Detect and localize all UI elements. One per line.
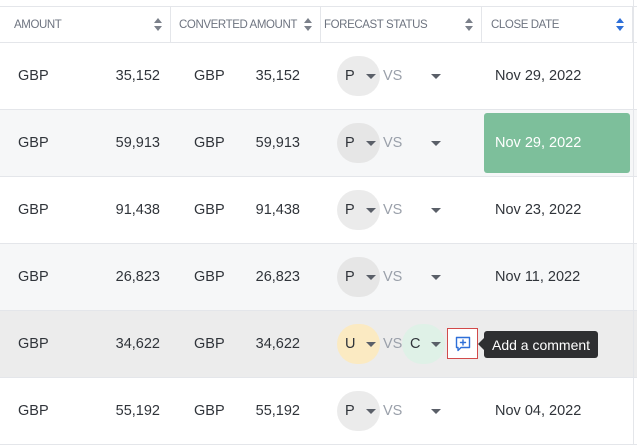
forecast-status-value: U	[345, 336, 356, 352]
currency: GBP	[18, 336, 49, 352]
amount-value: 26,823	[115, 269, 160, 285]
column-label-amount: AMOUNT	[14, 18, 62, 31]
compare-status-dropdown[interactable]: C	[402, 324, 445, 364]
chevron-down-icon	[366, 342, 376, 347]
compare-status-dropdown[interactable]	[420, 123, 450, 163]
converted-amount-value: 35,152	[255, 68, 300, 84]
table-row[interactable]: GBP 35,152 GBP 35,152 P VS Nov 29, 2022	[0, 43, 637, 110]
currency: GBP	[18, 68, 49, 84]
converted-currency: GBP	[194, 135, 225, 151]
table-row[interactable]: GBP 59,913 GBP 59,913 P VS Nov 29, 2022	[0, 110, 637, 177]
amount-value: 59,913	[115, 135, 160, 151]
converted-amount-value: 91,438	[255, 202, 300, 218]
chevron-down-icon	[431, 74, 441, 79]
converted-amount-value: 55,192	[255, 403, 300, 419]
chevron-down-icon	[366, 275, 376, 280]
forecast-status-value: P	[345, 202, 355, 218]
forecast-status-dropdown[interactable]: U	[337, 324, 380, 364]
vs-label: VS	[383, 202, 403, 218]
currency: GBP	[18, 403, 49, 419]
currency: GBP	[18, 202, 49, 218]
forecast-status-dropdown[interactable]: P	[337, 123, 380, 163]
forecast-status-value: P	[345, 403, 355, 419]
sort-active-icon[interactable]	[616, 18, 624, 31]
converted-currency: GBP	[194, 336, 225, 352]
sort-icon[interactable]	[304, 18, 312, 31]
vs-label: VS	[383, 403, 403, 419]
chevron-down-icon	[366, 141, 376, 146]
forecast-status-dropdown[interactable]: P	[337, 391, 380, 431]
forecast-status-dropdown[interactable]: P	[337, 56, 380, 96]
add-comment-button[interactable]	[447, 328, 478, 359]
forecast-status-value: P	[345, 269, 355, 285]
currency: GBP	[18, 269, 49, 285]
table-row[interactable]: GBP 26,823 GBP 26,823 P VS Nov 11, 2022	[0, 244, 637, 311]
vs-label: VS	[383, 68, 403, 84]
column-label-close-date: CLOSE DATE	[491, 18, 559, 31]
amount-value: 91,438	[115, 202, 160, 218]
amount-value: 55,192	[115, 403, 160, 419]
comment-tooltip: Add a comment	[477, 331, 599, 358]
amount-value: 34,622	[115, 336, 160, 352]
close-date[interactable]: Nov 04, 2022	[495, 378, 581, 444]
chevron-down-icon	[431, 275, 441, 280]
converted-currency: GBP	[194, 269, 225, 285]
table-row[interactable]: GBP 55,192 GBP 55,192 P VS Nov 04, 2022	[0, 378, 637, 445]
grid-header: AMOUNT CONVERTED AMOUNT FORECAST STATUS …	[0, 6, 637, 43]
sort-icon[interactable]	[154, 18, 162, 31]
column-label-converted-amount: CONVERTED AMOUNT	[179, 18, 297, 31]
vs-label: VS	[383, 135, 403, 151]
column-header-amount[interactable]: AMOUNT	[0, 7, 171, 42]
chevron-down-icon	[366, 208, 376, 213]
forecast-status-value: P	[345, 135, 355, 151]
close-date[interactable]: Nov 23, 2022	[495, 177, 581, 243]
converted-currency: GBP	[194, 403, 225, 419]
close-date-highlighted[interactable]: Nov 29, 2022	[484, 113, 630, 173]
column-header-close-date[interactable]: CLOSE DATE	[482, 7, 633, 42]
vs-label: VS	[383, 336, 403, 352]
chevron-down-icon	[431, 342, 441, 347]
currency: GBP	[18, 135, 49, 151]
converted-amount-value: 34,622	[255, 336, 300, 352]
column-header-forecast-status[interactable]: FORECAST STATUS	[321, 7, 482, 42]
column-header-converted-amount[interactable]: CONVERTED AMOUNT	[171, 7, 321, 42]
column-label-forecast-status: FORECAST STATUS	[324, 18, 428, 31]
forecast-grid: AMOUNT CONVERTED AMOUNT FORECAST STATUS …	[0, 0, 637, 445]
chevron-down-icon	[366, 409, 376, 414]
chevron-down-icon	[366, 74, 376, 79]
chevron-down-icon	[431, 409, 441, 414]
compare-status-dropdown[interactable]	[420, 190, 450, 230]
forecast-status-dropdown[interactable]: P	[337, 257, 380, 297]
close-date[interactable]: Nov 29, 2022	[495, 43, 581, 109]
forecast-status-dropdown[interactable]: P	[337, 190, 380, 230]
grid-right-border	[633, 0, 634, 445]
vs-label: VS	[383, 269, 403, 285]
converted-currency: GBP	[194, 68, 225, 84]
table-row[interactable]: GBP 34,622 GBP 34,622 U VS C Add a comme…	[0, 311, 637, 378]
compare-status-dropdown[interactable]	[420, 391, 450, 431]
converted-currency: GBP	[194, 202, 225, 218]
converted-amount-value: 26,823	[255, 269, 300, 285]
compare-status-dropdown[interactable]	[420, 56, 450, 96]
converted-amount-value: 59,913	[255, 135, 300, 151]
close-date[interactable]: Nov 11, 2022	[495, 244, 580, 310]
amount-value: 35,152	[115, 68, 160, 84]
chevron-down-icon	[431, 208, 441, 213]
table-row[interactable]: GBP 91,438 GBP 91,438 P VS Nov 23, 2022	[0, 177, 637, 244]
compare-status-dropdown[interactable]	[420, 257, 450, 297]
compare-status-value: C	[410, 336, 421, 352]
sort-icon[interactable]	[465, 18, 473, 31]
chevron-down-icon	[431, 141, 441, 146]
forecast-status-value: P	[345, 68, 355, 84]
add-comment-icon	[455, 336, 470, 351]
